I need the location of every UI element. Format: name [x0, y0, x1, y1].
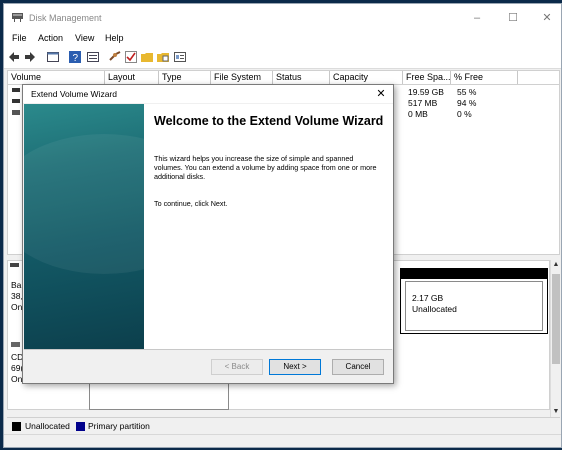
back-button[interactable]: < Back [211, 359, 263, 375]
unallocated-swatch [12, 422, 21, 431]
free-space-cell: 19.59 GB [408, 87, 444, 97]
percent-free-cell: 94 % [457, 98, 477, 108]
legend-primary-partition: Primary partition [88, 421, 150, 431]
forward-arrow-icon[interactable] [24, 51, 36, 63]
unallocated-partition[interactable]: 2.17 GB Unallocated [400, 268, 548, 334]
cd-rom-icon [11, 342, 20, 347]
wizard-separator [24, 349, 392, 350]
volume-list-header: Volume Layout Type File System Status Ca… [8, 71, 559, 85]
col-file-system[interactable]: File System [211, 71, 273, 84]
free-space-cell: 0 MB [408, 109, 428, 119]
minimize-button[interactable]: – [464, 10, 490, 26]
menu-file[interactable]: File [12, 33, 27, 43]
status-bar [4, 434, 561, 447]
unallocated-size: 2.17 GB [412, 293, 444, 303]
wizard-close-button[interactable]: ✕ [373, 86, 389, 102]
maximize-button[interactable]: ☐ [500, 10, 526, 26]
free-space-cell: 517 MB [408, 98, 438, 108]
col-percent-free[interactable]: % Free [451, 71, 518, 84]
connect-icon[interactable] [109, 51, 121, 63]
col-free-space[interactable]: Free Spa... [403, 71, 451, 84]
unallocated-label: Unallocated [412, 304, 457, 314]
disk-icon [10, 263, 19, 267]
col-capacity[interactable]: Capacity [330, 71, 403, 84]
wizard-title-bar: Extend Volume Wizard ✕ [23, 85, 393, 103]
list-view-icon[interactable] [87, 51, 99, 63]
menu-bar: File Action View Help [4, 32, 561, 47]
disk-management-icon [12, 13, 23, 22]
wizard-content: Welcome to the Extend Volume Wizard This… [144, 104, 393, 349]
menu-action[interactable]: Action [38, 33, 63, 43]
properties-icon[interactable] [174, 51, 186, 63]
wizard-title: Extend Volume Wizard [31, 89, 117, 99]
back-arrow-icon[interactable] [8, 51, 20, 63]
cancel-button[interactable]: Cancel [332, 359, 384, 375]
percent-free-cell: 55 % [457, 87, 477, 97]
unallocated-inner: 2.17 GB Unallocated [405, 281, 543, 331]
checklist-icon[interactable] [125, 51, 137, 63]
console-tree-icon[interactable] [47, 51, 59, 63]
scrollbar-thumb[interactable] [552, 274, 560, 364]
menu-view[interactable]: View [75, 33, 94, 43]
wizard-description: This wizard helps you increase the size … [154, 154, 377, 181]
disk-panel-scrollbar[interactable]: ▲ ▼ [550, 260, 561, 420]
primary-partition-swatch [76, 422, 85, 431]
close-button[interactable]: ✕ [534, 10, 560, 26]
legend-bar: Unallocated Primary partition [7, 417, 560, 435]
wizard-banner-image [24, 104, 144, 349]
scroll-down-icon[interactable]: ▼ [552, 408, 560, 415]
legend-unallocated: Unallocated [25, 421, 70, 431]
col-status[interactable]: Status [273, 71, 330, 84]
folder-properties-icon[interactable] [157, 51, 169, 63]
next-button[interactable]: Next > [269, 359, 321, 375]
banner-wave [24, 134, 144, 274]
svg-text:?: ? [73, 53, 79, 63]
wizard-heading: Welcome to the Extend Volume Wizard [154, 114, 384, 128]
help-icon[interactable]: ? [69, 51, 81, 63]
col-layout[interactable]: Layout [105, 71, 159, 84]
col-type[interactable]: Type [159, 71, 211, 84]
wizard-instruction: To continue, click Next. [154, 199, 228, 208]
unallocated-header-bar [401, 269, 547, 279]
title-bar: Disk Management – ☐ ✕ [4, 4, 561, 32]
folder-icon[interactable] [141, 51, 153, 63]
col-volume[interactable]: Volume [8, 71, 105, 84]
toolbar: ? [4, 47, 561, 69]
cd-rom-volume-box[interactable] [89, 384, 229, 410]
percent-free-cell: 0 % [457, 109, 472, 119]
extend-volume-wizard-dialog: Extend Volume Wizard ✕ Welcome to the Ex… [22, 84, 394, 384]
volume-drive-icons [12, 88, 20, 115]
scroll-up-icon[interactable]: ▲ [552, 261, 560, 268]
menu-help[interactable]: Help [105, 33, 124, 43]
window-title: Disk Management [29, 13, 102, 23]
